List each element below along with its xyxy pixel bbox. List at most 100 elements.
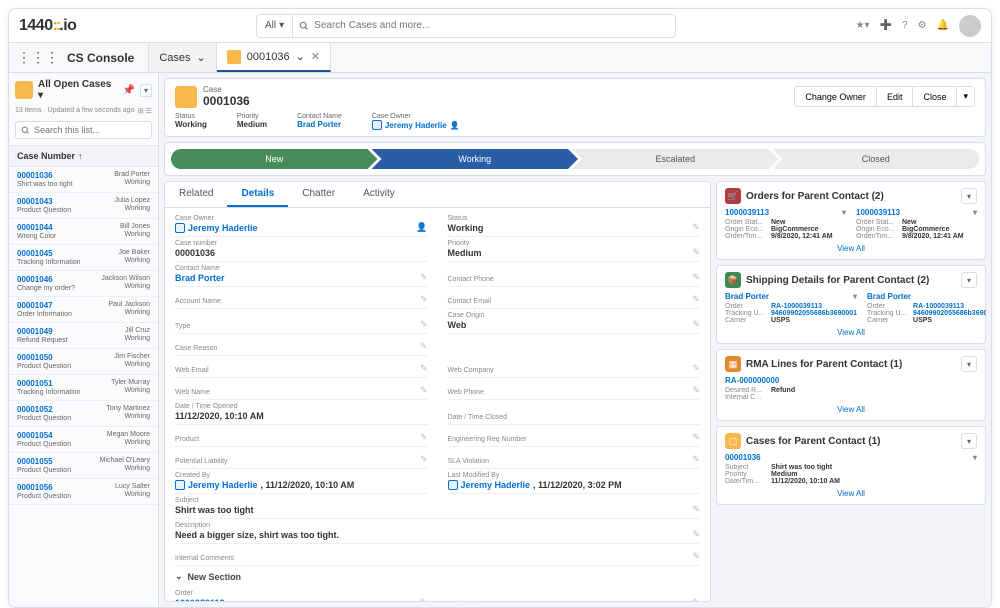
edit-pencil-icon[interactable]: ✎ (692, 597, 700, 601)
view-all-link[interactable]: View All (725, 405, 977, 414)
edit-pencil-icon[interactable]: ✎ (420, 341, 428, 352)
edit-pencil-icon[interactable]: ✎ (692, 529, 700, 540)
section-new[interactable]: ⌄New Section (175, 566, 700, 587)
notifications-bell-icon[interactable]: 🔔 (937, 20, 949, 31)
card-menu-button[interactable]: ▾ (961, 188, 977, 204)
user-avatar[interactable] (959, 15, 981, 37)
chevron-down-icon: ⌄ (175, 571, 183, 582)
more-actions-button[interactable]: ▾ (957, 86, 975, 107)
case-list-row[interactable]: 00001054Product QuestionMegan MooreWorki… (9, 427, 158, 453)
view-all-link[interactable]: View All (725, 244, 977, 253)
list-search[interactable] (15, 121, 152, 139)
close-icon[interactable]: ✕ (311, 50, 320, 63)
favorites-icon[interactable]: ★▾ (856, 20, 870, 31)
record-link[interactable]: Brad Porter (867, 292, 911, 301)
path-step-working[interactable]: Working (372, 149, 579, 169)
search-scope-dropdown[interactable]: All▾ (257, 15, 293, 37)
list-view-name[interactable]: All Open Cases ▾ (38, 79, 118, 101)
case-list-row[interactable]: 00001043Product QuestionJulia LopezWorki… (9, 193, 158, 219)
case-list-row[interactable]: 00001045Tracking InformationJoe BakerWor… (9, 245, 158, 271)
change-owner-button[interactable]: Change Owner (794, 86, 877, 107)
edit-pencil-icon[interactable]: ✎ (420, 363, 428, 374)
view-all-link[interactable]: View All (725, 328, 977, 337)
edit-pencil-icon[interactable]: ✎ (692, 432, 700, 443)
case-list-row[interactable]: 00001056Product QuestionLucy SalterWorki… (9, 479, 158, 505)
case-list-row[interactable]: 00001047Order InformationPaul JacksonWor… (9, 297, 158, 323)
change-owner-icon[interactable]: 👤 (450, 121, 460, 130)
edit-pencil-icon[interactable]: ✎ (420, 385, 428, 396)
edit-pencil-icon[interactable]: ✎ (692, 551, 700, 562)
case-list-row[interactable]: 00001052Product QuestionTony MartinezWor… (9, 401, 158, 427)
card-title[interactable]: RMA Lines for Parent Contact (1) (746, 359, 902, 370)
edit-pencil-icon[interactable]: ✎ (420, 319, 428, 330)
app-launcher-icon[interactable]: ⋮⋮⋮ (9, 43, 67, 72)
record-link[interactable]: 1000039113 (856, 208, 900, 217)
record-highlights: Case 0001036 Change Owner Edit Close ▾ S… (164, 78, 986, 137)
tab-case-record[interactable]: 0001036 ⌄ ✕ (217, 43, 331, 72)
list-meta: 13 items · Updated a few seconds ago (15, 107, 134, 115)
setup-gear-icon[interactable]: ⚙ (918, 20, 927, 31)
case-list-row[interactable]: 00001051Tracking InformationTyler Murray… (9, 375, 158, 401)
case-list-row[interactable]: 00001046Change my order?Jackson WilsonWo… (9, 271, 158, 297)
edit-pencil-icon[interactable]: ✎ (420, 597, 428, 601)
record-link[interactable]: 1000039113 (725, 208, 769, 217)
global-search[interactable]: All▾ (256, 14, 676, 38)
edit-pencil-icon[interactable]: ✎ (692, 319, 700, 330)
card-title[interactable]: Orders for Parent Contact (2) (746, 191, 884, 202)
edit-pencil-icon[interactable]: ✎ (692, 504, 700, 515)
case-icon (175, 86, 197, 108)
help-icon[interactable]: ? (902, 20, 908, 31)
column-header-case-number[interactable]: Case Number ↑ (9, 145, 158, 167)
card-title[interactable]: Shipping Details for Parent Contact (2) (746, 275, 929, 286)
tab-cases[interactable]: Cases ⌄ (149, 43, 216, 72)
edit-button[interactable]: Edit (877, 86, 914, 107)
tab-related[interactable]: Related (165, 182, 227, 207)
path-step-closed[interactable]: Closed (773, 149, 980, 169)
record-link[interactable]: 00001036 (725, 453, 761, 462)
record-link[interactable]: RA-000000000 (725, 376, 779, 385)
edit-pencil-icon[interactable]: ✎ (692, 294, 700, 305)
case-list-row[interactable]: 00001050Product QuestionJim FischerWorki… (9, 349, 158, 375)
card-menu-button[interactable]: ▾ (961, 272, 977, 288)
tab-activity[interactable]: Activity (349, 182, 409, 207)
edit-pencil-icon[interactable]: ✎ (420, 432, 428, 443)
item-menu-icon[interactable]: ▾ (973, 453, 977, 462)
edit-pencil-icon[interactable]: ✎ (420, 294, 428, 305)
item-menu-icon[interactable]: ▾ (973, 208, 977, 217)
change-owner-icon[interactable]: 👤 (416, 222, 427, 233)
edit-pencil-icon[interactable]: ✎ (692, 363, 700, 374)
edit-pencil-icon[interactable]: ✎ (692, 454, 700, 465)
case-list-row[interactable]: 00001055Product QuestionMichael O'LearyW… (9, 453, 158, 479)
record-link[interactable]: Brad Porter (725, 292, 769, 301)
tab-chatter[interactable]: Chatter (288, 182, 349, 207)
tab-details[interactable]: Details (227, 182, 288, 207)
close-button[interactable]: Close (913, 86, 957, 107)
edit-pencil-icon[interactable]: ✎ (420, 272, 428, 283)
path-step-new[interactable]: New (171, 149, 378, 169)
view-all-link[interactable]: View All (725, 489, 977, 498)
brand-logo: 1440::.io (19, 17, 76, 35)
edit-pencil-icon[interactable]: ✎ (692, 247, 700, 258)
field-internal-comments: Internal Comments✎ (175, 544, 700, 566)
edit-pencil-icon[interactable]: ✎ (420, 454, 428, 465)
case-list-row[interactable]: 00001049Refund RequestJill CruzWorking (9, 323, 158, 349)
search-input[interactable] (314, 20, 669, 31)
card-title[interactable]: Cases for Parent Contact (1) (746, 436, 880, 447)
item-menu-icon[interactable]: ▾ (853, 292, 857, 301)
edit-pencil-icon[interactable]: ✎ (692, 222, 700, 233)
pin-icon[interactable]: 📌 (123, 85, 135, 96)
case-list-row[interactable]: 00001044Wrong ColorBill JonesWorking (9, 219, 158, 245)
user-avatar-icon (448, 480, 458, 490)
case-list-row[interactable]: 00001036Shirt was too tightBrad PorterWo… (9, 167, 158, 193)
field-created-by: Created ByJeremy Haderlie, 11/12/2020, 1… (175, 469, 428, 494)
path-step-escalated[interactable]: Escalated (572, 149, 779, 169)
list-display-controls[interactable]: ⊞ ☰ (138, 107, 152, 115)
list-search-input[interactable] (34, 125, 146, 135)
item-menu-icon[interactable]: ▾ (842, 208, 846, 217)
edit-pencil-icon[interactable]: ✎ (692, 385, 700, 396)
chevron-down-icon[interactable]: ▾ (140, 84, 152, 97)
card-menu-button[interactable]: ▾ (961, 356, 977, 372)
edit-pencil-icon[interactable]: ✎ (692, 272, 700, 283)
card-menu-button[interactable]: ▾ (961, 433, 977, 449)
add-icon[interactable]: ➕ (880, 20, 892, 31)
